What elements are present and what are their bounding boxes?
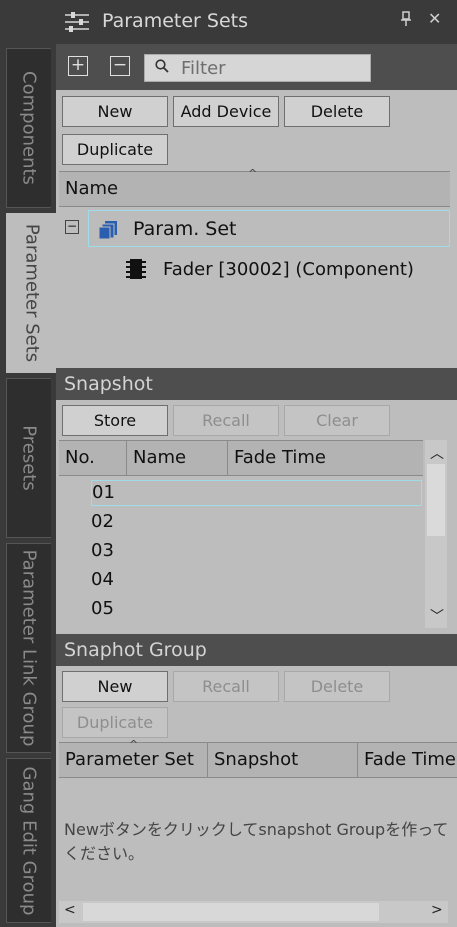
parameter-sets-panel: Parameter Sets ✕ + − New Add Device Dele…: [56, 0, 457, 927]
collapse-all-button[interactable]: −: [110, 56, 130, 76]
store-button[interactable]: Store: [62, 405, 168, 436]
delete-button[interactable]: Delete: [284, 96, 390, 127]
param-set-icon: [99, 221, 117, 240]
side-tab-parameter-sets[interactable]: Parameter Sets: [6, 213, 56, 373]
scroll-left-icon[interactable]: <: [64, 902, 76, 918]
side-tab-presets[interactable]: Presets: [6, 378, 51, 538]
sliders-icon: [65, 12, 89, 32]
clear-button[interactable]: Clear: [284, 405, 390, 436]
side-tab-components[interactable]: Components: [6, 48, 51, 208]
sort-caret-icon: ^: [248, 167, 258, 180]
panel-title: Parameter Sets: [102, 10, 248, 32]
component-chip-icon: [126, 259, 146, 279]
tree-header: Name ^: [59, 167, 450, 207]
snapshot-row[interactable]: 01: [91, 480, 422, 506]
column-header-name[interactable]: Name: [127, 441, 228, 475]
empty-state-message: Newボタンをクリックしてsnapshot Groupを作ってください。: [64, 820, 449, 863]
group-delete-button[interactable]: Delete: [284, 671, 390, 702]
snapshot-scrollbar[interactable]: ︿ ﹀: [425, 440, 447, 628]
snapshot-section-header: Snapshot: [56, 368, 457, 400]
side-tab-label: Parameter Sets: [21, 223, 42, 363]
scroll-thumb[interactable]: [83, 903, 379, 921]
side-tab-parameter-link-group[interactable]: Parameter Link Group: [6, 543, 51, 753]
scroll-down-icon[interactable]: ﹀: [430, 606, 444, 626]
snapshot-row[interactable]: 02: [91, 509, 422, 535]
side-tab-label: Parameter Link Group: [18, 549, 40, 747]
filter-box: [144, 54, 371, 82]
column-header-fade-time[interactable]: Fade Time: [228, 441, 423, 475]
recall-button[interactable]: Recall: [173, 405, 279, 436]
search-icon: [155, 59, 169, 73]
tree-toolbar: + −: [56, 44, 457, 90]
column-header-snapshot[interactable]: Snapshot: [208, 743, 358, 777]
snapshot-row[interactable]: 04: [91, 567, 422, 593]
snapshot-no: 01: [92, 482, 115, 503]
snapshot-no: 04: [91, 569, 114, 590]
pin-icon[interactable]: [400, 11, 412, 31]
scroll-up-icon[interactable]: ︿: [430, 443, 444, 463]
sort-caret-icon: ^: [129, 738, 139, 751]
side-tab-label: Gang Edit Group: [18, 766, 40, 915]
snapshot-group-section-header: Snaphot Group: [56, 634, 457, 666]
tree-toggle[interactable]: −: [65, 220, 79, 234]
side-tab-strip: Components Parameter Sets Presets Parame…: [0, 0, 56, 927]
group-duplicate-button[interactable]: Duplicate: [62, 707, 168, 738]
add-device-button[interactable]: Add Device: [173, 96, 279, 127]
column-header-no[interactable]: No.: [59, 441, 127, 475]
scroll-right-icon[interactable]: >: [431, 902, 443, 918]
tree-item-label: Param. Set: [133, 218, 237, 240]
column-header-fade-time[interactable]: Fade Time: [358, 743, 457, 777]
snapshot-row[interactable]: 03: [91, 538, 422, 564]
side-tab-gang-edit-group[interactable]: Gang Edit Group: [6, 758, 51, 923]
horizontal-scrollbar[interactable]: < >: [59, 901, 448, 923]
group-new-button[interactable]: New: [62, 671, 168, 702]
snapshot-row[interactable]: 05: [91, 596, 422, 622]
side-tab-label: Components: [18, 71, 40, 185]
tree-item-label: Fader [30002] (Component): [163, 259, 414, 280]
new-button[interactable]: New: [62, 96, 168, 127]
expand-all-button[interactable]: +: [68, 56, 88, 76]
snapshot-table-header: No. Name Fade Time: [59, 440, 423, 476]
snapshot-no: 03: [91, 540, 114, 561]
side-tab-label: Presets: [18, 425, 40, 491]
snapshot-group-table-header: Parameter Set ^ Snapshot Fade Time: [59, 738, 457, 778]
scroll-thumb[interactable]: [427, 464, 445, 536]
filter-input[interactable]: [181, 57, 361, 79]
group-recall-button[interactable]: Recall: [173, 671, 279, 702]
duplicate-button[interactable]: Duplicate: [62, 134, 168, 165]
snapshot-no: 05: [91, 598, 114, 619]
close-icon[interactable]: ✕: [428, 9, 441, 28]
snapshot-no: 02: [91, 511, 114, 532]
tree-item-param-set[interactable]: Param. Set: [88, 210, 450, 247]
panel-title-bar: Parameter Sets ✕: [56, 0, 457, 44]
